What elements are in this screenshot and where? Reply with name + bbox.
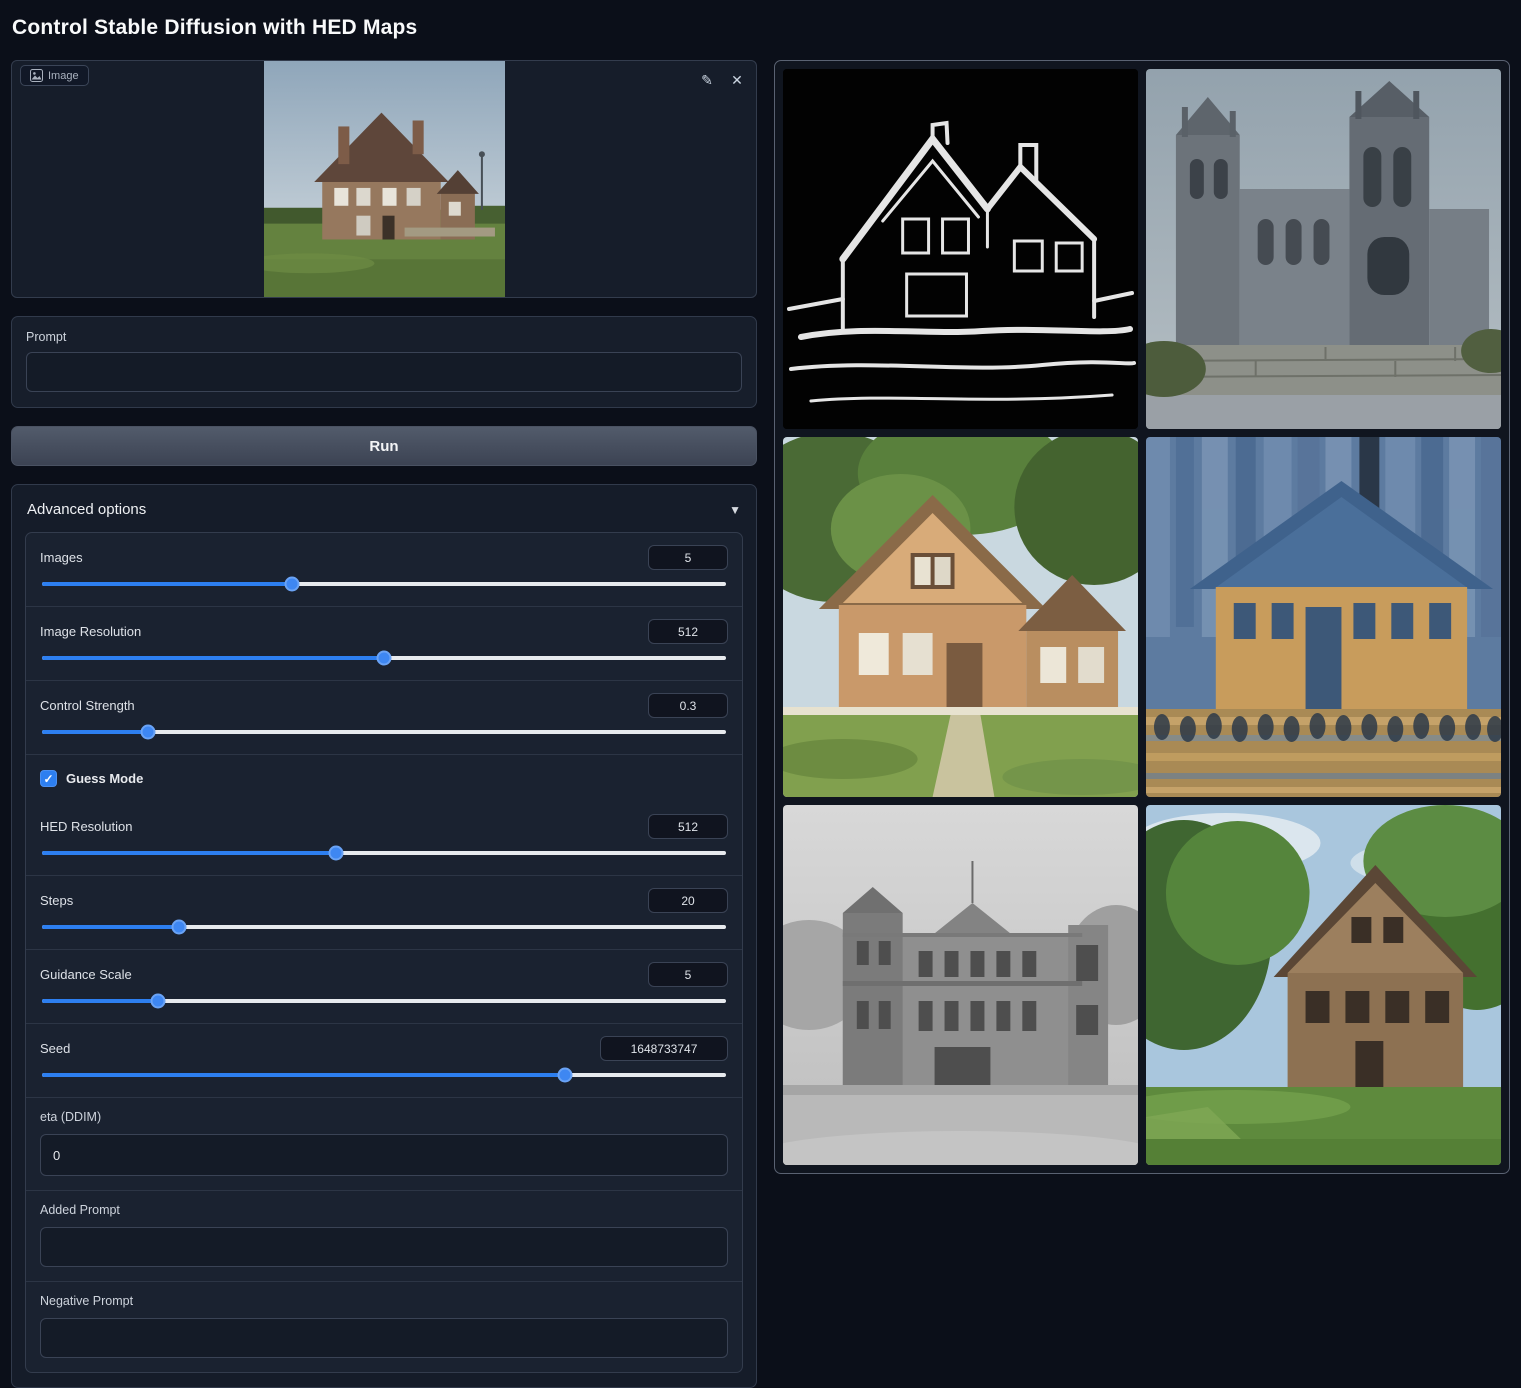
prompt-block: Prompt xyxy=(11,316,757,408)
seed-slider[interactable] xyxy=(42,1073,726,1077)
prompt-label: Prompt xyxy=(26,330,742,344)
negative-prompt-row: Negative Prompt xyxy=(26,1282,742,1372)
hed-map-art xyxy=(783,69,1138,429)
seed-slider-fill xyxy=(42,1073,565,1077)
guidance-scale-label: Guidance Scale xyxy=(40,967,132,982)
run-button[interactable]: Run xyxy=(11,426,757,466)
advanced-options-accordion[interactable]: Advanced options ▼ xyxy=(25,497,743,532)
clear-image-button[interactable]: ✕ xyxy=(726,69,748,91)
advanced-options-form: Images Image Resolution xyxy=(25,532,743,1373)
steps-label: Steps xyxy=(40,893,73,908)
gallery-item-house-with-trees[interactable] xyxy=(1146,805,1501,1165)
advanced-options-panel: Advanced options ▼ Images xyxy=(11,484,757,1388)
added-prompt-label: Added Prompt xyxy=(40,1203,728,1217)
slider-row-steps: Steps xyxy=(26,876,742,950)
edit-icon: ✎ xyxy=(701,73,713,87)
guess-mode-row: ✓ Guess Mode xyxy=(26,755,742,802)
added-prompt-row: Added Prompt xyxy=(26,1191,742,1282)
hed-resolution-value-input[interactable] xyxy=(648,814,728,839)
control-strength-slider-fill xyxy=(42,730,148,734)
seed-slider-handle[interactable] xyxy=(558,1068,573,1083)
chevron-down-icon: ▼ xyxy=(729,503,741,517)
right-column xyxy=(774,60,1510,1174)
images-label: Images xyxy=(40,550,83,565)
steps-slider[interactable] xyxy=(42,925,726,929)
guess-mode-checkbox[interactable]: ✓ xyxy=(40,770,57,787)
gallery-item-hed-map[interactable] xyxy=(783,69,1138,429)
painterly-rain-art xyxy=(1146,437,1501,797)
control-strength-value-input[interactable] xyxy=(648,693,728,718)
eta-input[interactable] xyxy=(40,1134,728,1176)
image-label: Image xyxy=(48,70,79,82)
house-with-trees-art xyxy=(1146,805,1501,1165)
guidance-scale-slider-fill xyxy=(42,999,158,1003)
images-value-input[interactable] xyxy=(648,545,728,570)
stone-cathedral-art xyxy=(1146,69,1501,429)
steps-slider-handle[interactable] xyxy=(171,920,186,935)
wooden-house-art xyxy=(783,437,1138,797)
hed-resolution-slider-handle[interactable] xyxy=(329,846,344,861)
slider-row-guidance-scale: Guidance Scale xyxy=(26,950,742,1024)
image-resolution-slider-handle[interactable] xyxy=(377,651,392,666)
page-title: Control Stable Diffusion with HED Maps xyxy=(12,16,1509,40)
advanced-options-title: Advanced options xyxy=(27,501,146,518)
negative-prompt-label: Negative Prompt xyxy=(40,1294,728,1308)
eta-row: eta (DDIM) xyxy=(26,1098,742,1191)
image-resolution-slider-fill xyxy=(42,656,384,660)
check-icon: ✓ xyxy=(43,772,53,786)
image-resolution-value-input[interactable] xyxy=(648,619,728,644)
image-icon xyxy=(30,69,43,82)
slider-row-control-strength: Control Strength xyxy=(26,681,742,755)
added-prompt-input[interactable] xyxy=(40,1227,728,1267)
control-strength-slider-handle[interactable] xyxy=(141,725,156,740)
image-resolution-slider[interactable] xyxy=(42,656,726,660)
slider-row-hed-resolution: HED Resolution xyxy=(26,802,742,876)
hed-resolution-slider-fill xyxy=(42,851,336,855)
steps-slider-fill xyxy=(42,925,179,929)
bw-building-art xyxy=(783,805,1138,1165)
steps-value-input[interactable] xyxy=(648,888,728,913)
images-slider-handle[interactable] xyxy=(284,577,299,592)
eta-label: eta (DDIM) xyxy=(40,1110,728,1124)
gallery-item-bw-building[interactable] xyxy=(783,805,1138,1165)
images-slider-fill xyxy=(42,582,292,586)
house-photo-art xyxy=(264,61,505,297)
control-strength-label: Control Strength xyxy=(40,698,135,713)
image-input-block[interactable]: Image ✎ ✕ xyxy=(11,60,757,298)
slider-row-seed: Seed xyxy=(26,1024,742,1098)
hed-resolution-slider[interactable] xyxy=(42,851,726,855)
gallery-item-painterly-rain[interactable] xyxy=(1146,437,1501,797)
close-icon: ✕ xyxy=(731,73,743,87)
negative-prompt-input[interactable] xyxy=(40,1318,728,1358)
seed-label: Seed xyxy=(40,1041,70,1056)
slider-row-images: Images xyxy=(26,533,742,607)
gallery-item-wooden-house[interactable] xyxy=(783,437,1138,797)
control-strength-slider[interactable] xyxy=(42,730,726,734)
app-root: Control Stable Diffusion with HED Maps I… xyxy=(0,0,1521,1364)
images-slider[interactable] xyxy=(42,582,726,586)
main-columns: Image ✎ ✕ xyxy=(11,60,1510,1388)
seed-value-input[interactable] xyxy=(600,1036,728,1061)
guess-mode-label[interactable]: Guess Mode xyxy=(66,771,143,786)
slider-row-image-resolution: Image Resolution xyxy=(26,607,742,681)
guidance-scale-slider-handle[interactable] xyxy=(151,994,166,1009)
hed-resolution-label: HED Resolution xyxy=(40,819,133,834)
image-label-chip: Image xyxy=(20,65,89,86)
guidance-scale-slider[interactable] xyxy=(42,999,726,1003)
image-resolution-label: Image Resolution xyxy=(40,624,141,639)
gallery-item-stone-cathedral[interactable] xyxy=(1146,69,1501,429)
uploaded-house-photo xyxy=(264,61,505,297)
left-column: Image ✎ ✕ xyxy=(11,60,757,1388)
image-actions: ✎ ✕ xyxy=(696,69,748,91)
edit-image-button[interactable]: ✎ xyxy=(696,69,718,91)
output-gallery xyxy=(774,60,1510,1174)
guidance-scale-value-input[interactable] xyxy=(648,962,728,987)
prompt-input[interactable] xyxy=(26,352,742,392)
